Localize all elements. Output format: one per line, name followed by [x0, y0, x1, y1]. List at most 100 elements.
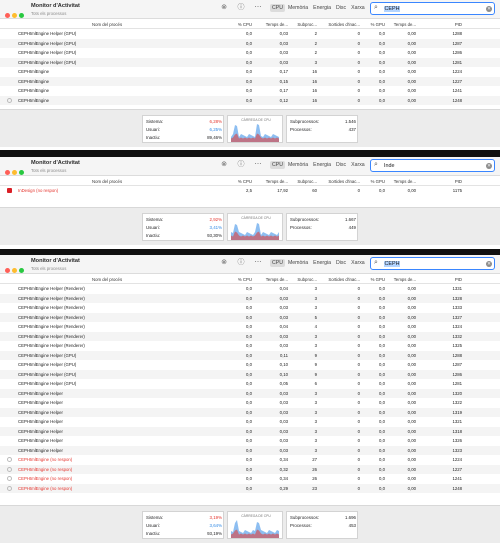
- more-actions-icon[interactable]: ⋯: [253, 160, 263, 170]
- tab-cpu[interactable]: CPU: [270, 4, 285, 12]
- clear-search-icon[interactable]: ✕: [486, 260, 492, 267]
- process-row[interactable]: CEPHtmlEngine Helper 0,0 0,03 3 0 0,0 0,00 1322: [0, 398, 500, 407]
- column-header-time[interactable]: Temps de...: [258, 22, 288, 27]
- search-input[interactable]: Inde: [384, 163, 395, 169]
- column-header-cpu[interactable]: % CPU: [228, 277, 252, 282]
- process-row[interactable]: InDesign (no respon) 2,5 17,92 60 0 0,0 0,00 11…: [0, 186, 500, 195]
- search-input[interactable]: CEPH: [384, 260, 400, 267]
- process-row[interactable]: CEPHtmlEngine Helper 0,0 0,03 3 0 0,0 0,00 1319: [0, 407, 500, 417]
- process-row[interactable]: CEPHtmlEngine Helper 0,0 0,03 3 0 0,0 0,00 1323: [0, 445, 500, 455]
- process-row[interactable]: CEPHtmlEngine (no respon) 0,0 0,34 26 0 0,0 0,…: [0, 474, 500, 483]
- process-row[interactable]: CEPHtmlEngine Helper (Renderer) 0,0 0,04 4 0…: [0, 322, 500, 331]
- zoom-window-button[interactable]: [19, 268, 24, 273]
- more-actions-icon[interactable]: ⋯: [253, 258, 263, 268]
- search-field[interactable]: ⌕ CEPH ✕: [370, 2, 495, 15]
- tab-memory[interactable]: Memòria: [286, 4, 310, 12]
- tab-network[interactable]: Xarxa: [349, 4, 367, 12]
- process-row[interactable]: CEPHtmlEngine 0,0 0,15 16 0 0,0 0,00 1227: [0, 76, 500, 86]
- close-window-button[interactable]: [5, 13, 10, 18]
- column-header-time[interactable]: Temps de...: [258, 277, 288, 282]
- process-row[interactable]: CEPHtmlEngine 0,0 0,17 16 0 0,0 0,00 1224: [0, 67, 500, 76]
- minimize-window-button[interactable]: [12, 170, 17, 175]
- process-row[interactable]: CEPHtmlEngine Helper (Renderer) 0,0 0,03 3 0…: [0, 331, 500, 341]
- column-header-gpu[interactable]: % GPU: [364, 22, 385, 27]
- close-process-icon[interactable]: ⊗: [219, 3, 229, 13]
- process-row[interactable]: CEPHtmlEngine Helper (Renderer) 0,0 0,04 3 0…: [0, 284, 500, 293]
- tab-cpu[interactable]: CPU: [270, 161, 285, 169]
- zoom-window-button[interactable]: [19, 13, 24, 18]
- tab-network[interactable]: Xarxa: [349, 259, 367, 267]
- process-row[interactable]: CEPHtmlEngine (no respon) 0,0 0,34 27 0 0,0 0,…: [0, 455, 500, 464]
- column-header-sub[interactable]: Subproc...: [292, 179, 317, 184]
- zoom-window-button[interactable]: [19, 170, 24, 175]
- tab-memory[interactable]: Memòria: [286, 161, 310, 169]
- process-row[interactable]: CEPHtmlEngine Helper (GPU) 0,0 0,05 6 0 0,0 0,…: [0, 379, 500, 388]
- tab-disk[interactable]: Disc: [334, 161, 348, 169]
- clear-search-icon[interactable]: ✕: [486, 5, 492, 12]
- column-header-gtime[interactable]: Temps de...: [388, 22, 416, 27]
- tab-disk[interactable]: Disc: [334, 259, 348, 267]
- column-header-wake[interactable]: Sortides d'inac...: [318, 277, 360, 282]
- process-row[interactable]: CEPHtmlEngine Helper 0,0 0,03 3 0 0,0 0,00 1320: [0, 388, 500, 398]
- tab-disk[interactable]: Disc: [334, 4, 348, 12]
- column-header-gtime[interactable]: Temps de...: [388, 277, 416, 282]
- tab-energy[interactable]: Energia: [311, 4, 333, 12]
- close-window-button[interactable]: [5, 268, 10, 273]
- tab-network[interactable]: Xarxa: [349, 161, 367, 169]
- close-window-button[interactable]: [5, 170, 10, 175]
- column-header-sub[interactable]: Subproc...: [292, 277, 317, 282]
- column-header-gtime[interactable]: Temps de...: [388, 179, 416, 184]
- tab-memory[interactable]: Memòria: [286, 259, 310, 267]
- process-row[interactable]: CEPHtmlEngine Helper (Renderer) 0,0 0,03 5 0…: [0, 312, 500, 322]
- column-header-cpu[interactable]: % CPU: [228, 22, 252, 27]
- window-subtitle[interactable]: Tots els processos: [31, 266, 66, 271]
- tab-energy[interactable]: Energia: [311, 161, 333, 169]
- column-header-name[interactable]: Nom del procés: [92, 277, 122, 282]
- process-row[interactable]: CEPHtmlEngine Helper 0,0 0,03 3 0 0,0 0,00 1321: [0, 417, 500, 426]
- clear-search-icon[interactable]: ✕: [486, 162, 492, 169]
- more-actions-icon[interactable]: ⋯: [253, 3, 263, 13]
- search-field[interactable]: ⌕ Inde ✕: [370, 159, 495, 172]
- column-header-sub[interactable]: Subproc...: [292, 22, 317, 27]
- process-row[interactable]: CEPHtmlEngine Helper (GPU) 0,0 0,03 2 0 0,0 0,…: [0, 29, 500, 38]
- close-process-icon[interactable]: ⊗: [219, 160, 229, 170]
- search-field[interactable]: ⌕ CEPH ✕: [370, 257, 495, 270]
- process-row[interactable]: CEPHtmlEngine Helper (Renderer) 0,0 0,03 3 0…: [0, 293, 500, 303]
- search-input[interactable]: CEPH: [384, 5, 400, 12]
- column-header-name[interactable]: Nom del procés: [92, 179, 122, 184]
- column-header-cpu[interactable]: % CPU: [228, 179, 252, 184]
- minimize-window-button[interactable]: [12, 268, 17, 273]
- column-header-pid[interactable]: PID: [440, 22, 462, 27]
- process-row[interactable]: CEPHtmlEngine Helper (Renderer) 0,0 0,03 3 0…: [0, 341, 500, 350]
- process-row[interactable]: CEPHtmlEngine (no respon) 0,0 0,29 23 0 0,0 0,…: [0, 483, 500, 493]
- column-header-wake[interactable]: Sortides d'inac...: [318, 179, 360, 184]
- window-subtitle[interactable]: Tots els processos: [31, 168, 66, 173]
- minimize-window-button[interactable]: [12, 13, 17, 18]
- process-row[interactable]: CEPHtmlEngine Helper (GPU) 0,0 0,11 9 0 0,0 0,…: [0, 350, 500, 360]
- column-header-wake[interactable]: Sortides d'inac...: [318, 22, 360, 27]
- column-header-time[interactable]: Temps de...: [258, 179, 288, 184]
- process-row[interactable]: CEPHtmlEngine (no respon) 0,0 0,32 26 0 0,0 0,…: [0, 464, 500, 474]
- process-row[interactable]: CEPHtmlEngine Helper (GPU) 0,0 0,03 2 0 0,0 0,…: [0, 48, 500, 57]
- info-icon[interactable]: ⓘ: [236, 3, 246, 13]
- column-header-gpu[interactable]: % GPU: [364, 179, 385, 184]
- process-row[interactable]: CEPHtmlEngine Helper 0,0 0,03 3 0 0,0 0,00 1318: [0, 426, 500, 436]
- tab-cpu[interactable]: CPU: [270, 259, 285, 267]
- process-row[interactable]: CEPHtmlEngine Helper 0,0 0,03 3 0 0,0 0,00 1326: [0, 436, 500, 445]
- process-row[interactable]: CEPHtmlEngine Helper (GPU) 0,0 0,10 9 0 0,0 0,…: [0, 360, 500, 369]
- close-process-icon[interactable]: ⊗: [219, 258, 229, 268]
- column-header-pid[interactable]: PID: [440, 179, 462, 184]
- process-row[interactable]: CEPHtmlEngine Helper (GPU) 0,0 0,03 3 0 0,0 0,…: [0, 57, 500, 67]
- process-row[interactable]: CEPHtmlEngine 0,0 0,17 16 0 0,0 0,00 1241: [0, 86, 500, 95]
- info-icon[interactable]: ⓘ: [236, 160, 246, 170]
- process-row[interactable]: CEPHtmlEngine 0,0 0,12 16 0 0,0 0,00 1248: [0, 95, 500, 105]
- window-subtitle[interactable]: Tots els processos: [31, 11, 66, 16]
- process-row[interactable]: CEPHtmlEngine Helper (Renderer) 0,0 0,03 3 0…: [0, 303, 500, 312]
- info-icon[interactable]: ⓘ: [236, 258, 246, 268]
- column-header-name[interactable]: Nom del procés: [92, 22, 122, 27]
- column-header-gpu[interactable]: % GPU: [364, 277, 385, 282]
- column-header-pid[interactable]: PID: [440, 277, 462, 282]
- process-row[interactable]: CEPHtmlEngine Helper (GPU) 0,0 0,03 2 0 0,0 0,…: [0, 38, 500, 48]
- tab-energy[interactable]: Energia: [311, 259, 333, 267]
- process-row[interactable]: CEPHtmlEngine Helper (GPU) 0,0 0,10 9 0 0,0 0,…: [0, 369, 500, 379]
